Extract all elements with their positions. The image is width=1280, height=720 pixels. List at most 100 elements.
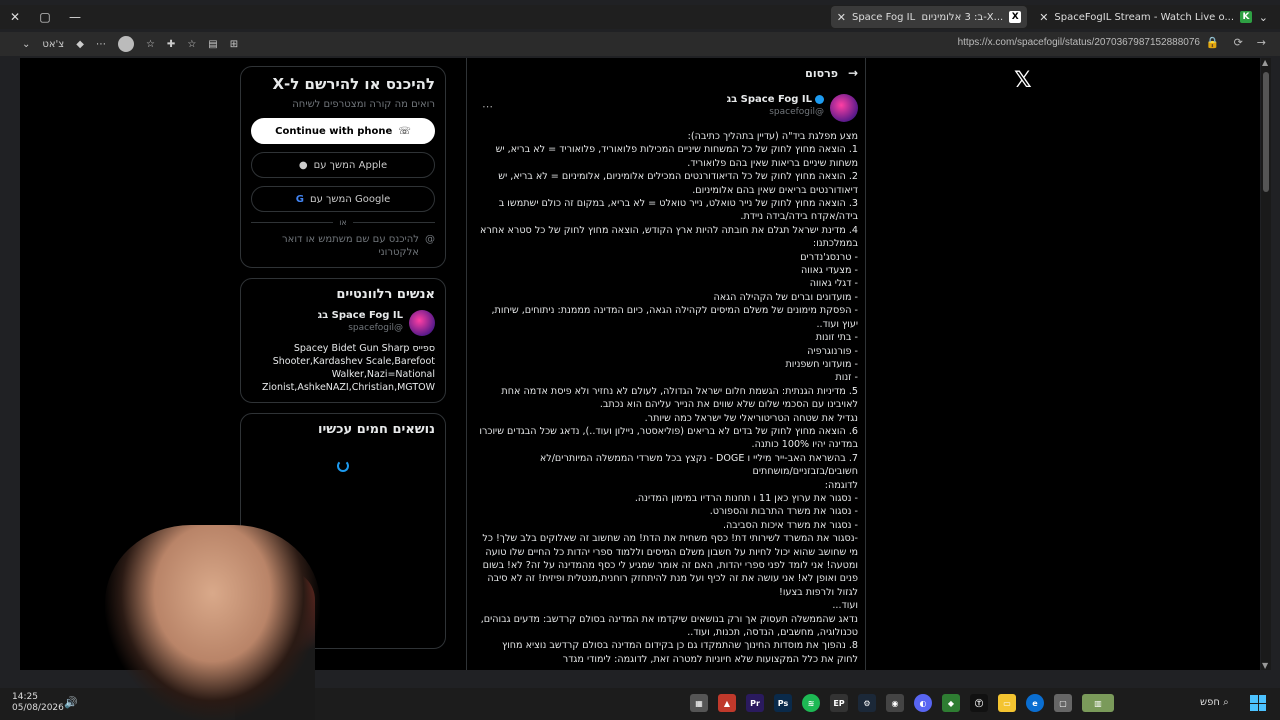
avatar[interactable]: [409, 310, 435, 336]
split-screen-icon[interactable]: ⊞: [230, 39, 238, 50]
scroll-down-icon[interactable]: ▼: [1262, 661, 1268, 670]
page-scrollbar[interactable]: ▲ ▼: [1261, 58, 1271, 670]
author-name-row: Space Fog IL ‏בג: [727, 94, 824, 105]
phone-icon: ☏: [398, 125, 411, 137]
chevron-down-icon[interactable]: ⌄: [22, 39, 30, 50]
file-explorer-icon[interactable]: ▭: [998, 694, 1016, 712]
taskbar-search[interactable]: ⌕ חפש: [1200, 697, 1229, 708]
lock-icon[interactable]: 🔒: [1206, 36, 1220, 49]
continue-with-google-button[interactable]: G המשך עם Google: [251, 186, 435, 212]
post-author[interactable]: Space Fog IL ‏בג @spacefogil: [478, 94, 858, 122]
or-divider: או: [251, 218, 435, 227]
volume-icon[interactable]: 🔊: [64, 696, 78, 709]
chat-label[interactable]: צ'אט: [42, 39, 64, 50]
author-info: Space Fog IL ‏בג @spacefogil: [727, 94, 824, 117]
at-icon: @: [425, 234, 435, 245]
toolbar-left: ⌄ צ'אט ◆ ⋯ ☆ ✚ ☆ ▤ ⊞: [0, 36, 238, 52]
favorites-icon[interactable]: ☆: [146, 39, 155, 50]
forward-icon[interactable]: →: [1257, 36, 1266, 49]
login-subtitle: רואים מה קורה ומצטרפים לשיחה: [292, 99, 435, 110]
person-handle: @spacefogil: [348, 323, 403, 333]
taskbar-clock[interactable]: 14:25 05/08/2026: [12, 692, 64, 714]
post-column: → פרסום Space Fog IL ‏בג @spacefogil ⋯ מ…: [478, 66, 858, 666]
more-options-icon[interactable]: ⋯: [482, 100, 493, 113]
clock-date: 05/08/2026: [12, 703, 64, 713]
column-divider: [865, 58, 866, 670]
back-arrow-icon[interactable]: →: [848, 66, 858, 80]
scroll-up-icon[interactable]: ▲: [1262, 58, 1268, 67]
loading-spinner-icon: [337, 460, 349, 472]
more-menu-icon[interactable]: ⋯: [96, 39, 106, 50]
alt-login-label: להיכנס עם שם משתמש או דואר אלקטרוני: [282, 234, 419, 258]
minimize-window-icon[interactable]: —: [60, 10, 90, 24]
continue-with-apple-button[interactable]: ● המשך עם Apple: [251, 152, 435, 178]
tab-stream[interactable]: ✕ SpaceFogIL Stream - Watch Live o... K: [1033, 6, 1258, 28]
tab-strip: ✕ Space Fog IL ב: 3 אלומיניום ‏-X‏... X …: [830, 5, 1258, 29]
maximize-window-icon[interactable]: ▢: [30, 10, 60, 24]
close-window-icon[interactable]: ✕: [0, 10, 30, 24]
add-favorite-icon[interactable]: ☆: [187, 39, 196, 50]
obs-icon[interactable]: ◉: [886, 694, 904, 712]
verified-badge-icon: [815, 95, 824, 104]
discord-icon[interactable]: ◐: [914, 694, 932, 712]
clock-time: 14:25: [12, 692, 38, 702]
search-label: חפש: [1200, 697, 1220, 708]
app-icon[interactable]: ▢: [1054, 694, 1072, 712]
close-tab-icon[interactable]: ✕: [837, 11, 846, 24]
avatar[interactable]: [830, 94, 858, 122]
tab-x-post[interactable]: ✕ Space Fog IL ב: 3 אלומיניום ‏-X‏... X: [830, 6, 1028, 28]
tab-menu-chevron-icon[interactable]: ⌄: [1259, 11, 1268, 24]
tab-label: Space Fog IL ב: 3 אלומיניום ‏-X‏...: [851, 11, 1004, 23]
post-body: מצע מפלגת ביד"ה (עדיין בתהליך כתיבה): 1.…: [479, 131, 858, 665]
button-label: המשך עם Google: [309, 193, 391, 205]
person-name[interactable]: Space Fog IL ‏בג: [318, 310, 403, 321]
search-icon: ⌕: [1223, 697, 1229, 708]
toolbar-right: 🔒 ⟳ →: [1206, 36, 1266, 49]
refresh-icon[interactable]: ⟳: [1234, 36, 1243, 49]
apple-icon: ●: [298, 159, 308, 171]
profile-avatar[interactable]: [117, 36, 134, 52]
kick-favicon-icon: K: [1240, 11, 1252, 23]
premiere-icon[interactable]: Pr: [746, 694, 764, 712]
post-header-title: פרסום: [805, 66, 838, 80]
author-handle: @spacefogil: [769, 107, 824, 117]
webcam-overlay: [105, 525, 320, 720]
relevant-person[interactable]: Space Fog IL ‏בג @spacefogil: [251, 310, 435, 336]
username-email-login-link[interactable]: @ להיכנס עם שם משתמש או דואר אלקטרוני: [251, 233, 435, 259]
login-title: להיכנס או להירשם ל-X: [272, 75, 435, 93]
person-bio: ספייס Spacey Bidet Gun Sharp Shooter,Kar…: [262, 343, 435, 393]
relevant-people-card: אנשים רלוונטיים Space Fog IL ‏בג @spacef…: [240, 278, 446, 403]
extensions-icon[interactable]: ✚: [167, 39, 175, 50]
person-info: Space Fog IL ‏בג @spacefogil: [318, 310, 403, 333]
author-name[interactable]: Space Fog IL ‏בג: [727, 94, 812, 105]
start-button-icon[interactable]: [1250, 695, 1266, 711]
address-bar: ⌄ צ'אט ◆ ⋯ ☆ ✚ ☆ ▤ ⊞ https://x.com/space…: [0, 32, 1280, 56]
tab-label: SpaceFogIL Stream - Watch Live o...: [1054, 11, 1234, 23]
reading-view-icon[interactable]: ▤: [208, 39, 217, 50]
app-icon[interactable]: ▲: [718, 694, 736, 712]
epic-games-icon[interactable]: EP: [830, 694, 848, 712]
url-field[interactable]: https://x.com/spacefogil/status/20703679…: [958, 37, 1200, 48]
tiktok-icon[interactable]: Ⓣ: [970, 694, 988, 712]
window-controls: ✕ ▢ —: [0, 10, 90, 24]
relevant-people-title: אנשים רלוונטיים: [336, 287, 435, 302]
continue-with-phone-button[interactable]: Continue with phone ☏: [251, 118, 435, 144]
google-icon: G: [295, 193, 304, 205]
column-divider: [466, 58, 467, 670]
edge-icon[interactable]: e: [1026, 694, 1044, 712]
button-label: Continue with phone: [275, 125, 393, 137]
spotify-icon[interactable]: ≋: [802, 694, 820, 712]
app-icon[interactable]: ◆: [942, 694, 960, 712]
scrollbar-thumb[interactable]: [1263, 72, 1269, 192]
x-favicon-icon: X: [1009, 11, 1022, 23]
photoshop-icon[interactable]: Ps: [774, 694, 792, 712]
calculator-icon[interactable]: ▦: [690, 694, 708, 712]
trending-title: נושאים חמים עכשיו: [318, 422, 435, 437]
app-icon[interactable]: ▥: [1082, 694, 1114, 712]
steam-icon[interactable]: ⚙: [858, 694, 876, 712]
x-logo-icon[interactable]: 𝕏: [1014, 68, 1032, 93]
close-tab-icon[interactable]: ✕: [1039, 11, 1048, 24]
title-bar: ✕ ▢ — + ✕ Space Fog IL ב: 3 אלומיניום ‏-…: [0, 5, 1280, 29]
or-label: או: [339, 218, 347, 227]
copilot-icon[interactable]: ◆: [76, 39, 84, 50]
